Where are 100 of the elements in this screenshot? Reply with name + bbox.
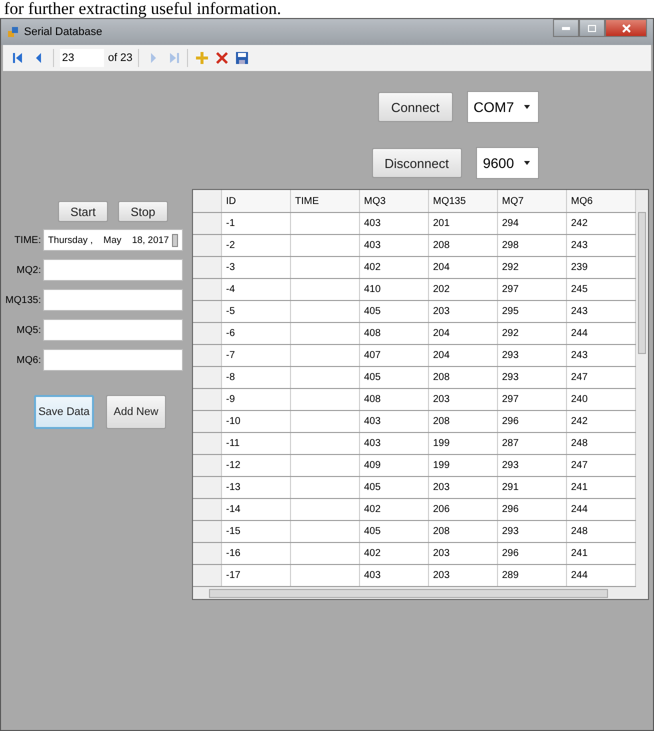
connect-button[interactable]: Disconnect — [372, 148, 462, 178]
record-count: of 23 — [108, 52, 132, 64]
table-cell: 403 — [360, 235, 429, 256]
table-cell: 296 — [498, 411, 567, 432]
table-cell: 203 — [429, 543, 498, 564]
row-header — [193, 235, 222, 256]
table-cell: -4 — [222, 279, 291, 300]
position-field[interactable]: 23 — [60, 49, 104, 67]
table-cell: 201 — [429, 213, 498, 234]
row-header — [193, 521, 222, 542]
close-icon — [622, 24, 630, 32]
table-cell: 208 — [429, 411, 498, 432]
capture-button[interactable]: Start — [58, 201, 108, 222]
table-cell: 292 — [498, 323, 567, 344]
table-cell: -12 — [222, 455, 291, 476]
input-field[interactable] — [43, 259, 183, 281]
port-dropdown[interactable]: COM7 — [466, 91, 539, 123]
table-cell: 203 — [429, 477, 498, 498]
save-icon — [235, 51, 250, 65]
table-cell: -1 — [222, 213, 291, 234]
table-cell: 295 — [498, 301, 567, 322]
field-label: MQ2: — [16, 264, 42, 276]
row-header — [193, 279, 222, 300]
toolbar-button[interactable] — [234, 50, 250, 66]
input-field[interactable] — [43, 289, 183, 311]
row-header — [193, 389, 222, 410]
table-cell: 208 — [429, 367, 498, 388]
row-header — [193, 543, 222, 564]
row-header — [193, 345, 222, 366]
column-header: ID — [222, 190, 291, 212]
table-cell: 298 — [498, 235, 567, 256]
table-cell: 296 — [498, 499, 567, 520]
plus-icon — [195, 51, 210, 65]
delete-icon — [215, 51, 230, 65]
table-cell: 204 — [429, 323, 498, 344]
app-icon — [7, 26, 19, 38]
row-header — [193, 213, 222, 234]
row-header — [193, 411, 222, 432]
table-cell: 208 — [429, 521, 498, 542]
table-cell: 402 — [360, 499, 429, 520]
table-cell: 202 — [429, 279, 498, 300]
table-cell: 407 — [360, 345, 429, 366]
caret-icon — [524, 105, 530, 109]
table-cell: 203 — [429, 301, 498, 322]
document-text: for further extracting useful information. — [3, 0, 282, 18]
table-cell: 293 — [498, 367, 567, 388]
table-cell: 402 — [360, 543, 429, 564]
maximize-button[interactable] — [579, 19, 605, 37]
table-cell: 203 — [429, 389, 498, 410]
connect-button[interactable]: Connect — [378, 92, 453, 122]
date-picker[interactable]: Thursday , May 18, 2017 — [43, 229, 183, 251]
table-cell: -16 — [222, 543, 291, 564]
row-header — [193, 477, 222, 498]
table-cell: 289 — [498, 565, 567, 586]
table-cell: 296 — [498, 543, 567, 564]
table-cell: 293 — [498, 455, 567, 476]
table-cell: 403 — [360, 565, 429, 586]
scroll-thumb[interactable] — [209, 589, 608, 598]
column-header: MQ7 — [498, 190, 567, 212]
input-field[interactable] — [43, 319, 183, 341]
row-header — [193, 455, 222, 476]
minimize-icon — [562, 26, 570, 30]
minimize-button[interactable] — [553, 19, 579, 37]
table-cell: 199 — [429, 433, 498, 454]
table-cell: 293 — [498, 521, 567, 542]
input-field[interactable] — [43, 349, 183, 371]
table-cell: 408 — [360, 323, 429, 344]
column-header: TIME — [291, 190, 360, 212]
table-cell: 297 — [498, 389, 567, 410]
capture-button[interactable]: Stop — [118, 201, 168, 222]
table-cell: 403 — [360, 433, 429, 454]
row-header — [193, 190, 222, 212]
table-cell: 204 — [429, 345, 498, 366]
horizontal-scrollbar[interactable] — [193, 587, 648, 599]
caret-icon — [524, 161, 530, 165]
action-button[interactable]: Save Data — [34, 395, 94, 429]
field-label: TIME: — [13, 234, 42, 246]
table-cell: -8 — [222, 367, 291, 388]
table-cell: 403 — [360, 213, 429, 234]
table-cell: -15 — [222, 521, 291, 542]
field-label: MQ5: — [16, 324, 42, 336]
table-cell: -3 — [222, 257, 291, 278]
table-cell: -13 — [222, 477, 291, 498]
table-cell: -11 — [222, 433, 291, 454]
table-cell: -5 — [222, 301, 291, 322]
toolbar-button[interactable] — [214, 50, 230, 66]
port-dropdown[interactable]: 9600 — [476, 147, 539, 179]
action-button[interactable]: Add New — [106, 395, 166, 429]
field-label: MQ6: — [16, 354, 42, 366]
row-header — [193, 565, 222, 586]
close-button[interactable] — [605, 19, 647, 37]
table-cell: -9 — [222, 389, 291, 410]
vertical-scrollbar[interactable] — [636, 190, 648, 587]
table-cell: 297 — [498, 279, 567, 300]
table-cell: 405 — [360, 367, 429, 388]
scroll-thumb[interactable] — [638, 212, 646, 354]
table-cell: 208 — [429, 235, 498, 256]
table-cell: 291 — [498, 477, 567, 498]
table-cell: -6 — [222, 323, 291, 344]
table-cell: 402 — [360, 257, 429, 278]
